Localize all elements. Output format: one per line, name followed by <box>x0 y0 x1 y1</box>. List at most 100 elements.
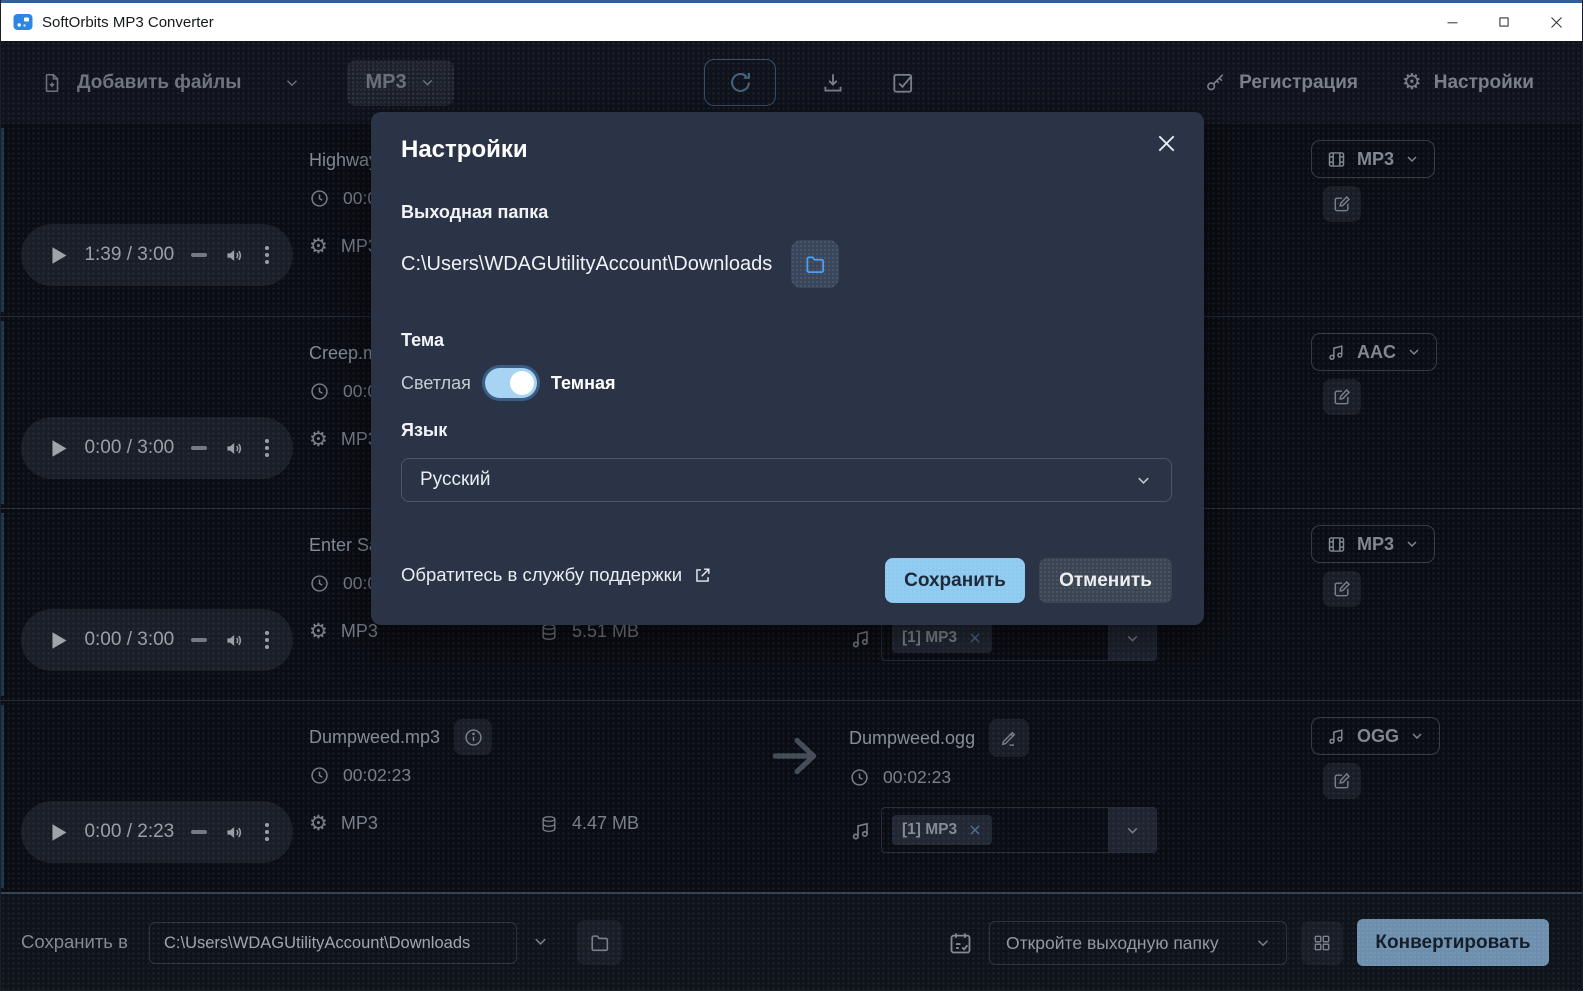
seek-handle[interactable] <box>191 830 207 834</box>
registration-label: Регистрация <box>1239 71 1359 93</box>
after-conversion-dropdown[interactable]: Откройте выходную папку <box>989 921 1287 965</box>
target-format-label: MP3 <box>1357 148 1395 169</box>
titlebar: SoftOrbits MP3 Converter <box>1 3 1582 41</box>
download-icon[interactable] <box>820 70 846 96</box>
close-window-button[interactable] <box>1530 3 1582 41</box>
output-folder-path: C:\Users\WDAGUtilityAccount\Downloads <box>401 252 773 275</box>
edit-settings-button[interactable] <box>1323 186 1361 222</box>
source-format: MP3 <box>340 621 378 641</box>
settings-dialog: Настройки Выходная папка C:\Users\WDAGUt… <box>371 112 1204 625</box>
player-time: 1:39 / 3:00 <box>84 244 175 265</box>
edit-settings-button[interactable] <box>1323 763 1361 799</box>
volume-icon[interactable] <box>224 438 244 459</box>
add-files-button[interactable]: Добавить файлы <box>41 72 301 94</box>
chevron-down-icon <box>1407 156 1417 163</box>
audio-player[interactable]: 0:00 / 3:00 <box>21 609 293 671</box>
global-format-label: MP3 <box>365 71 407 93</box>
theme-dark-label[interactable]: Темная <box>551 373 616 394</box>
format-chip[interactable]: [1] MP3 <box>892 815 993 845</box>
clock-icon <box>311 575 328 592</box>
add-files-chevron-icon[interactable] <box>283 74 301 92</box>
edit-settings-button[interactable] <box>1323 571 1361 607</box>
refresh-icon <box>730 72 750 92</box>
output-format-multiselect[interactable]: [1] MP3 <box>881 807 1157 853</box>
registration-button[interactable]: Регистрация <box>1204 71 1358 94</box>
language-select[interactable]: Русский <box>401 458 1172 502</box>
chevron-down-icon <box>1127 635 1137 642</box>
chevron-down-icon <box>1412 733 1422 740</box>
player-menu-icon[interactable] <box>265 631 269 649</box>
format-chip[interactable]: [1] MP3 <box>892 623 993 653</box>
choose-folder-button[interactable] <box>791 240 839 288</box>
add-files-label: Добавить файлы <box>77 71 242 93</box>
volume-icon[interactable] <box>224 822 244 843</box>
seek-handle[interactable] <box>191 446 207 450</box>
cancel-button[interactable]: Отменить <box>1039 558 1172 603</box>
audio-player[interactable]: 0:00 / 3:00 <box>21 417 293 479</box>
grid-icon <box>1314 935 1330 951</box>
app-logo-icon <box>13 14 33 30</box>
clock-icon <box>311 767 328 784</box>
maximize-button[interactable] <box>1478 3 1530 41</box>
language-value: Русский <box>420 469 491 490</box>
global-format-dropdown[interactable]: MP3 <box>347 59 454 106</box>
browse-folder-button[interactable] <box>577 920 622 965</box>
output-path-input[interactable] <box>149 922 517 964</box>
info-button[interactable] <box>454 719 493 755</box>
play-icon[interactable] <box>51 823 67 842</box>
pencil-icon <box>1001 731 1016 746</box>
after-conversion-value: Откройте выходную папку <box>1006 932 1219 953</box>
format-dropdown-toggle[interactable] <box>1108 808 1156 852</box>
toggle-knob <box>509 371 534 395</box>
app-window: SoftOrbits MP3 Converter Добавить файлы <box>0 0 1583 991</box>
settings-label: Настройки <box>1433 71 1534 93</box>
theme-light-label[interactable]: Светлая <box>401 373 471 394</box>
target-format-dropdown[interactable]: MP3 <box>1311 525 1436 563</box>
key-icon <box>1207 74 1224 91</box>
volume-icon[interactable] <box>224 630 244 651</box>
path-history-chevron-icon[interactable] <box>531 932 550 951</box>
remove-chip-icon[interactable] <box>968 823 982 837</box>
convert-button[interactable]: Конвертировать <box>1357 919 1549 966</box>
dialog-close-button[interactable] <box>1155 132 1178 155</box>
play-icon[interactable] <box>51 631 67 650</box>
player-time: 0:00 / 3:00 <box>84 437 175 458</box>
music-note-icon <box>852 822 868 840</box>
minimize-button[interactable] <box>1426 3 1478 41</box>
folder-icon <box>590 934 608 951</box>
support-link[interactable]: Обратитесь в службу поддержки <box>401 564 712 586</box>
view-mode-button[interactable] <box>1301 921 1343 965</box>
external-link-icon <box>696 567 710 582</box>
target-format-dropdown[interactable]: OGG <box>1311 717 1441 755</box>
seek-handle[interactable] <box>191 638 207 642</box>
rename-button[interactable] <box>989 719 1030 757</box>
language-label: Язык <box>401 420 448 440</box>
audio-player[interactable]: 1:39 / 3:00 <box>21 224 293 286</box>
edit-square-icon <box>1334 580 1351 597</box>
edit-square-icon <box>1334 195 1351 212</box>
audio-player[interactable]: 0:00 / 2:23 <box>21 801 293 863</box>
play-icon[interactable] <box>51 439 67 458</box>
remove-chip-icon[interactable] <box>968 631 982 645</box>
volume-icon[interactable] <box>224 245 244 266</box>
save-button[interactable]: Сохранить <box>885 558 1025 603</box>
target-format-label: AAC <box>1357 341 1396 362</box>
music-note-icon <box>1329 344 1343 360</box>
edit-settings-button[interactable] <box>1323 379 1361 415</box>
player-menu-icon[interactable] <box>265 246 269 264</box>
refresh-button[interactable] <box>704 59 776 106</box>
output-folder-label: Выходная папка <box>401 202 549 222</box>
file-row: 0:00 / 2:23 Dumpweed.mp3 00:02:23 ⚙ MP3 4… <box>1 700 1582 892</box>
seek-handle[interactable] <box>191 253 207 257</box>
player-menu-icon[interactable] <box>265 439 269 457</box>
settings-button[interactable]: ⚙ Настройки <box>1402 71 1534 94</box>
theme-toggle[interactable] <box>484 368 537 398</box>
source-format: MP3 <box>340 813 378 833</box>
player-menu-icon[interactable] <box>265 823 269 841</box>
target-format-dropdown[interactable]: MP3 <box>1311 140 1436 178</box>
clock-icon <box>851 769 868 786</box>
info-icon <box>464 728 482 746</box>
target-format-dropdown[interactable]: AAC <box>1311 333 1437 371</box>
select-all-icon[interactable] <box>890 70 916 96</box>
play-icon[interactable] <box>51 246 67 265</box>
